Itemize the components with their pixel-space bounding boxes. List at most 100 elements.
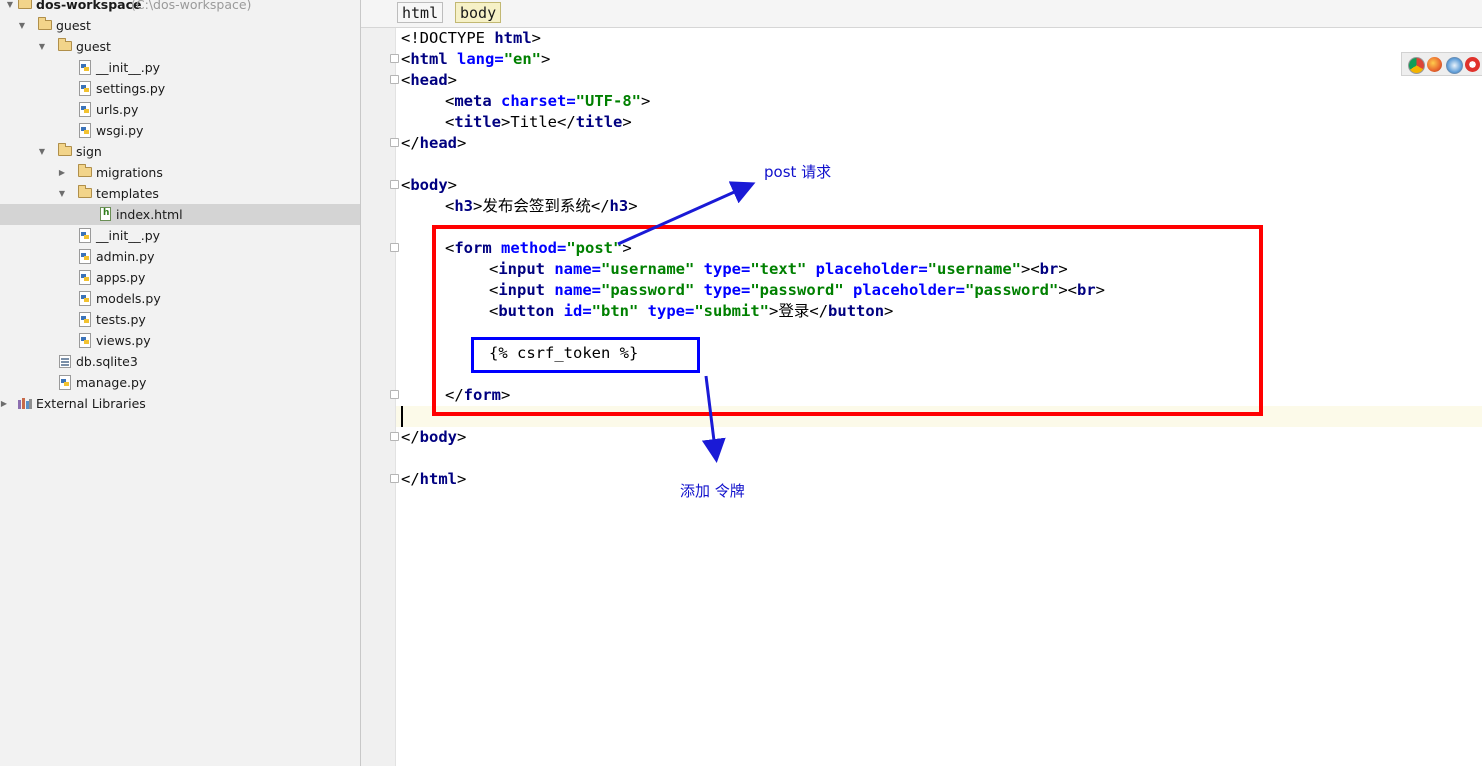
library-icon xyxy=(18,398,32,409)
folder-icon xyxy=(78,164,92,177)
expand-arrow-icon[interactable]: ▼ xyxy=(56,183,68,204)
tree-item-dos-workspace[interactable]: ▼ dos-workspace (C:\dos-workspace) xyxy=(0,0,360,15)
folder-icon xyxy=(58,38,72,51)
code-line-2: <html lang="en"> xyxy=(401,50,551,68)
tree-item-label: wsgi.py xyxy=(96,123,144,138)
python-file-icon xyxy=(79,102,91,117)
database-file-icon xyxy=(59,355,71,368)
tree-item-label: sign xyxy=(76,144,102,159)
fold-marker-icon[interactable] xyxy=(390,243,399,252)
tree-item-apps-py[interactable]: apps.py xyxy=(0,267,360,288)
tree-item-label: index.html xyxy=(116,207,183,222)
collapse-arrow-icon[interactable]: ▶ xyxy=(56,162,68,183)
fold-marker-icon[interactable] xyxy=(390,54,399,63)
chrome-icon[interactable] xyxy=(1408,57,1425,74)
html-file-icon xyxy=(100,203,111,224)
breadcrumb: html body xyxy=(361,0,1482,28)
folder-icon xyxy=(78,185,92,198)
tree-item-migrations[interactable]: ▶ migrations xyxy=(0,162,360,183)
code-line-6: </head> xyxy=(401,134,467,152)
form-highlight-box xyxy=(432,225,1263,416)
tree-item-label: guest xyxy=(76,39,111,54)
code-line-4: <meta charset="UTF-8"> xyxy=(445,92,651,110)
code-line-9: <h3>发布会签到系统</h3> xyxy=(445,197,638,215)
expand-arrow-icon[interactable]: ▼ xyxy=(4,0,16,15)
python-file-icon xyxy=(79,312,91,327)
csrf-token-note: 添加 令牌 xyxy=(680,482,745,500)
post-request-note: post 请求 xyxy=(764,163,832,181)
text-cursor xyxy=(401,406,403,427)
python-file-icon xyxy=(79,228,91,243)
expand-arrow-icon[interactable]: ▼ xyxy=(16,15,28,36)
python-file-icon xyxy=(79,291,91,306)
code-line-3: <head> xyxy=(401,71,458,89)
tree-item-settings-py[interactable]: settings.py xyxy=(0,78,360,99)
tree-item-label: admin.py xyxy=(96,249,155,264)
code-line-21: </body> xyxy=(401,428,467,446)
folder-icon xyxy=(38,17,52,30)
tree-item-views-py[interactable]: views.py xyxy=(0,330,360,351)
tree-item-label: templates xyxy=(96,186,159,201)
tree-item-label: db.sqlite3 xyxy=(76,354,138,369)
tree-item-label: manage.py xyxy=(76,375,147,390)
project-tree: ▼ dos-workspace (C:\dos-workspace) ▼ gue… xyxy=(0,0,361,766)
folder-icon xyxy=(58,143,72,156)
folder-icon xyxy=(18,0,32,9)
tree-item-sign-init-py[interactable]: __init__.py xyxy=(0,225,360,246)
collapse-arrow-icon[interactable]: ▶ xyxy=(0,393,10,414)
fold-marker-icon[interactable] xyxy=(390,390,399,399)
python-file-icon xyxy=(59,375,71,390)
tree-item-manage-py[interactable]: manage.py xyxy=(0,372,360,393)
expand-arrow-icon[interactable]: ▼ xyxy=(36,36,48,57)
tree-item-label: __init__.py xyxy=(96,60,161,75)
python-file-icon xyxy=(79,60,91,75)
tree-item-admin-py[interactable]: admin.py xyxy=(0,246,360,267)
firefox-icon[interactable] xyxy=(1427,57,1442,72)
fold-marker-icon[interactable] xyxy=(390,180,399,189)
tree-item-guest-package[interactable]: ▼ guest xyxy=(0,36,360,57)
python-file-icon xyxy=(79,123,91,138)
tree-item-label: External Libraries xyxy=(36,396,146,411)
code-line-1: <!DOCTYPE html> xyxy=(401,29,541,47)
opera-icon[interactable] xyxy=(1465,57,1480,72)
tree-item-external-libraries[interactable]: ▶ External Libraries xyxy=(0,393,360,414)
tree-item-label: models.py xyxy=(96,291,161,306)
fold-marker-icon[interactable] xyxy=(390,474,399,483)
fold-marker-icon[interactable] xyxy=(390,138,399,147)
tree-item-tests-py[interactable]: tests.py xyxy=(0,309,360,330)
code-line-23: </html> xyxy=(401,470,467,488)
python-file-icon xyxy=(79,333,91,348)
tree-item-sign[interactable]: ▼ sign xyxy=(0,141,360,162)
tree-item-urls-py[interactable]: urls.py xyxy=(0,99,360,120)
tree-item-guest[interactable]: ▼ guest xyxy=(0,15,360,36)
tree-item-label: settings.py xyxy=(96,81,166,96)
fold-marker-icon[interactable] xyxy=(390,75,399,84)
python-file-icon xyxy=(79,81,91,96)
tree-item-templates[interactable]: ▼ templates xyxy=(0,183,360,204)
csrf-token-highlight-box xyxy=(471,337,700,373)
tree-item-label: __init__.py xyxy=(96,228,161,243)
tree-item-label: dos-workspace xyxy=(36,0,142,12)
project-path-hint: (C:\dos-workspace) xyxy=(131,0,252,12)
fold-marker-icon[interactable] xyxy=(390,432,399,441)
tree-item-label: tests.py xyxy=(96,312,146,327)
breadcrumb-body[interactable]: body xyxy=(455,2,502,23)
tree-item-db-sqlite3[interactable]: db.sqlite3 xyxy=(0,351,360,372)
tree-item-label: views.py xyxy=(96,333,151,348)
tree-item-label: urls.py xyxy=(96,102,139,117)
expand-arrow-icon[interactable]: ▼ xyxy=(36,141,48,162)
safari-icon[interactable] xyxy=(1446,57,1463,74)
tree-item-label: apps.py xyxy=(96,270,146,285)
python-file-icon xyxy=(79,249,91,264)
tree-item-models-py[interactable]: models.py xyxy=(0,288,360,309)
tree-item-label: migrations xyxy=(96,165,163,180)
tree-item-wsgi-py[interactable]: wsgi.py xyxy=(0,120,360,141)
tree-item-guest-init-py[interactable]: __init__.py xyxy=(0,57,360,78)
tree-item-label: guest xyxy=(56,18,91,33)
code-line-8: <body> xyxy=(401,176,458,194)
breadcrumb-html[interactable]: html xyxy=(397,2,444,23)
browser-preview-bar xyxy=(1401,52,1482,76)
python-file-icon xyxy=(79,270,91,285)
code-line-5: <title>Title</title> xyxy=(445,113,632,131)
tree-item-index-html[interactable]: index.html xyxy=(0,203,360,225)
